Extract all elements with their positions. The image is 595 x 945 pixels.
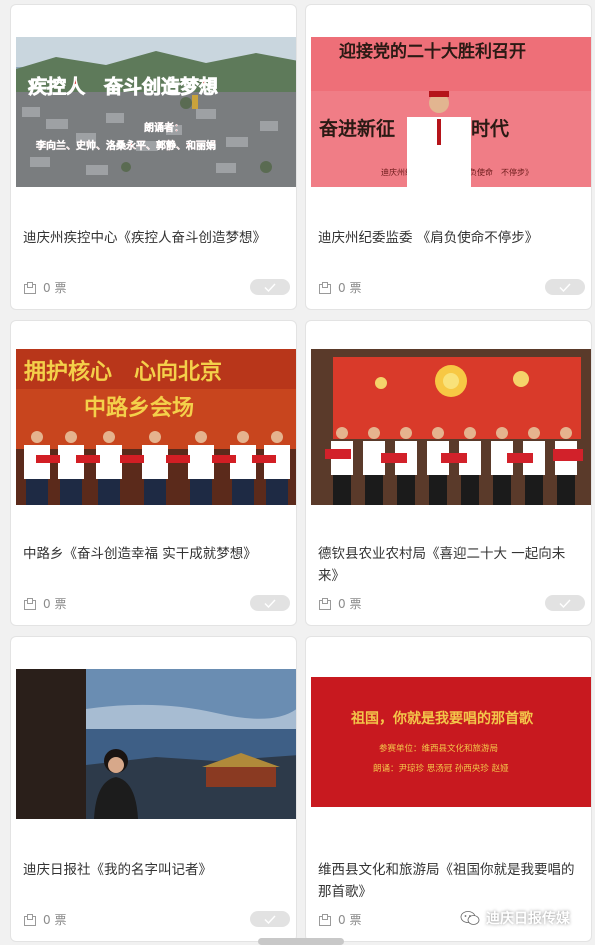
thumb-main-text: 祖国，你就是我要唱的那首歌 xyxy=(350,710,534,727)
check-icon xyxy=(264,283,276,292)
entry-card[interactable]: 迪庆日报社《我的名字叫记者》 0 票 xyxy=(10,636,297,942)
check-icon xyxy=(559,283,571,292)
vote-count-text: 0 票 xyxy=(43,281,67,295)
entry-title[interactable]: 德钦县农业农村局《喜迎二十大 一起向未来》 xyxy=(318,543,580,587)
vote-count-text: 0 票 xyxy=(338,597,362,611)
ballot-icon xyxy=(24,281,36,294)
thumbnail-image-speaker: 迎接党的二十大胜利召开 奋进新征 建设新时代 迪庆州纪委监委选送《肩负使命 不停… xyxy=(311,37,591,187)
entry-title[interactable]: 中路乡《奋斗创造幸福 实干成就梦想》 xyxy=(23,543,285,565)
watermark: 迪庆日报传媒 xyxy=(460,908,570,928)
vote-button[interactable] xyxy=(545,279,585,295)
thumbnail-image-reporter xyxy=(16,669,296,819)
entry-card[interactable]: 迎接党的二十大胜利召开 奋进新征 建设新时代 迪庆州纪委监委选送《肩负使命 不停… xyxy=(305,4,592,310)
thumb-main-text: 拥护核心 心向北京 xyxy=(24,359,222,385)
entry-thumbnail[interactable]: 祖国，你就是我要唱的那首歌 参赛单位：维西县文化和旅游局 朗诵：尹琼珍 思汤冠 … xyxy=(311,677,591,807)
entry-card[interactable]: 德钦县农业农村局《喜迎二十大 一起向未来》 0 票 xyxy=(305,320,592,626)
vote-count: 0 票 xyxy=(318,279,361,296)
thumb-sub-text: 李向兰、史帅、洛桑永平、郭静、和丽娟 xyxy=(35,139,216,152)
thumb-sub-text: 朗诵者： xyxy=(144,121,184,134)
vote-button[interactable] xyxy=(250,279,290,295)
thumb-main-text: 迎接党的二十大胜利召开 xyxy=(339,41,526,62)
vote-count: 0 票 xyxy=(318,595,361,612)
vote-count: 0 票 xyxy=(23,595,66,612)
ballot-icon xyxy=(24,597,36,610)
entry-thumbnail[interactable]: 疾控人 奋斗创造梦想 朗诵者： 李向兰、史帅、洛桑永平、郭静、和丽娟 xyxy=(16,37,296,187)
entry-card[interactable]: 拥护核心 心向北京 中路乡会场 中路乡《奋斗创造幸福 实干成就梦想》 0 票 xyxy=(10,320,297,626)
thumbnail-image-town: 疾控人 奋斗创造梦想 朗诵者： 李向兰、史帅、洛桑永平、郭静、和丽娟 xyxy=(16,37,296,187)
check-icon xyxy=(264,915,276,924)
thumbnail-image-title-card: 祖国，你就是我要唱的那首歌 参赛单位：维西县文化和旅游局 朗诵：尹琼珍 思汤冠 … xyxy=(311,677,591,807)
vote-count-text: 0 票 xyxy=(43,913,67,927)
thumb-main-text: 疾控人 奋斗创造梦想 xyxy=(28,75,218,98)
vote-count: 0 票 xyxy=(23,279,66,296)
thumbnail-image-choir: 拥护核心 心向北京 中路乡会场 xyxy=(16,349,296,505)
vote-button[interactable] xyxy=(250,911,290,927)
entry-card[interactable]: 祖国，你就是我要唱的那首歌 参赛单位：维西县文化和旅游局 朗诵：尹琼珍 思汤冠 … xyxy=(305,636,592,942)
vote-count-text: 0 票 xyxy=(338,281,362,295)
watermark-label: 迪庆日报传媒 xyxy=(486,911,570,927)
wechat-icon xyxy=(460,911,480,925)
vote-count-text: 0 票 xyxy=(43,597,67,611)
vote-count: 0 票 xyxy=(318,911,361,928)
vote-button[interactable] xyxy=(545,595,585,611)
entry-card[interactable]: 疾控人 奋斗创造梦想 朗诵者： 李向兰、史帅、洛桑永平、郭静、和丽娟 迪庆州疾控… xyxy=(10,4,297,310)
ballot-icon xyxy=(319,597,331,610)
ballot-icon xyxy=(24,913,36,926)
thumb-sub-text: 中路乡会场 xyxy=(84,395,194,421)
entry-thumbnail[interactable] xyxy=(16,669,296,819)
vote-count: 0 票 xyxy=(23,911,66,928)
vote-count-text: 0 票 xyxy=(338,913,362,927)
ballot-icon xyxy=(319,281,331,294)
entry-title[interactable]: 迪庆州疾控中心《疾控人奋斗创造梦想》 xyxy=(23,227,285,249)
bottom-scroll-indicator[interactable] xyxy=(258,938,344,945)
entry-title[interactable]: 迪庆日报社《我的名字叫记者》 xyxy=(23,859,285,881)
thumbnail-image-chorus xyxy=(311,349,591,505)
thumb-sub-text: 朗诵：尹琼珍 思汤冠 孙西央珍 赵娅 xyxy=(373,763,509,774)
ballot-icon xyxy=(319,913,331,926)
entry-thumbnail[interactable]: 迎接党的二十大胜利召开 奋进新征 建设新时代 迪庆州纪委监委选送《肩负使命 不停… xyxy=(311,37,591,187)
thumb-sub-text: 参赛单位：维西县文化和旅游局 xyxy=(379,743,498,754)
vote-button[interactable] xyxy=(250,595,290,611)
entry-title[interactable]: 维西县文化和旅游局《祖国你就是我要唱的那首歌》 xyxy=(318,859,580,903)
entry-thumbnail[interactable] xyxy=(311,349,591,505)
entry-title[interactable]: 迪庆州纪委监委 《肩负使命不停步》 xyxy=(318,227,580,249)
entry-thumbnail[interactable]: 拥护核心 心向北京 中路乡会场 xyxy=(16,349,296,505)
check-icon xyxy=(559,599,571,608)
vote-grid: 疾控人 奋斗创造梦想 朗诵者： 李向兰、史帅、洛桑永平、郭静、和丽娟 迪庆州疾控… xyxy=(0,0,595,945)
check-icon xyxy=(264,599,276,608)
